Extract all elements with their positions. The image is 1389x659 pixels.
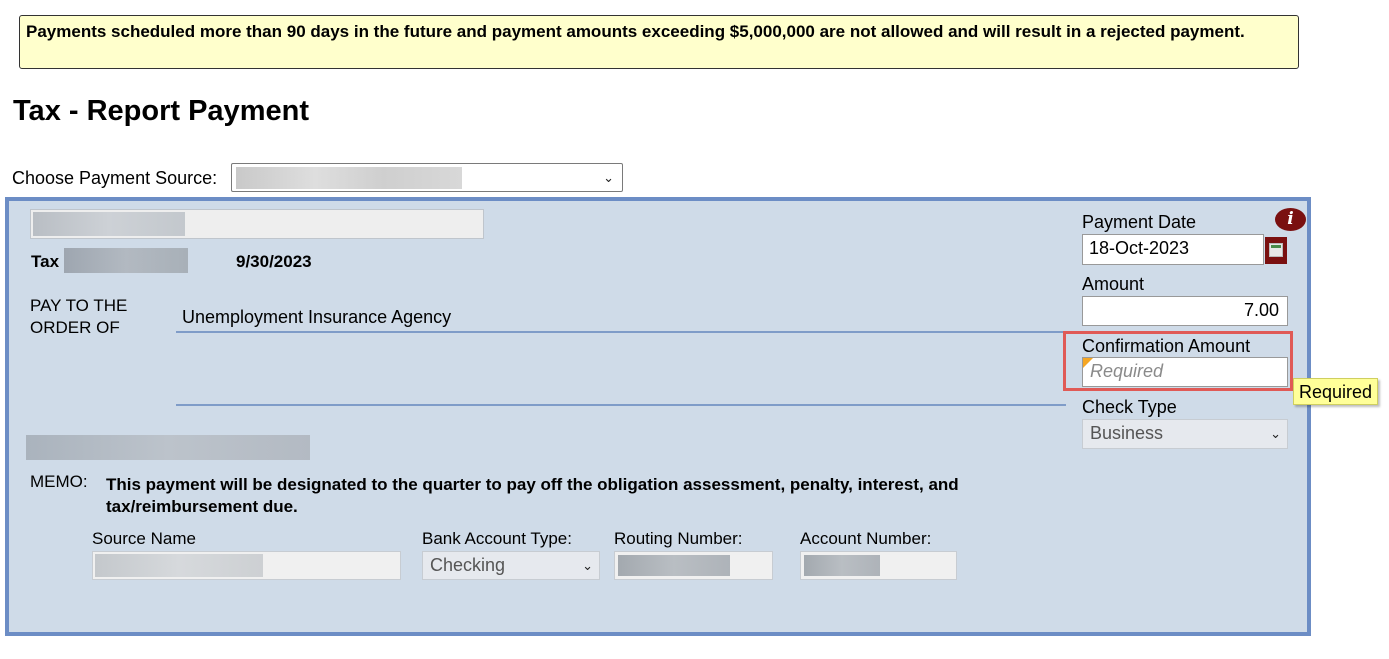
check-type-label: Check Type [1082, 397, 1177, 417]
calendar-button[interactable] [1265, 237, 1287, 264]
calendar-icon [1269, 243, 1283, 257]
payer-name-field [30, 209, 484, 239]
quarter-date: 9/30/2023 [236, 252, 312, 271]
payment-date-input[interactable]: 18-Oct-2023 [1082, 234, 1264, 265]
confirmation-amount-input[interactable]: Required [1082, 357, 1288, 387]
redacted-tax-id [64, 248, 188, 273]
chevron-down-icon: ⌄ [603, 170, 614, 185]
bank-account-type-select[interactable]: Checking ⌄ [422, 551, 600, 580]
payee-line [176, 331, 1070, 333]
pay-to-label: PAY TO THE ORDER OF [30, 296, 128, 337]
bank-account-type-label: Bank Account Type: [422, 529, 572, 548]
address-line [176, 404, 1066, 406]
memo-text: This payment will be designated to the q… [106, 475, 959, 516]
check-type-select[interactable]: Business ⌄ [1082, 419, 1288, 449]
payee-name: Unemployment Insurance Agency [182, 307, 452, 327]
routing-number-field [614, 551, 773, 580]
payment-limit-notice: Payments scheduled more than 90 days in … [19, 15, 1299, 69]
payment-source-select[interactable]: ⌄ [231, 163, 623, 192]
payment-date-label: Payment Date [1082, 212, 1197, 232]
check-panel: Tax 9/30/2023 PAY TO THE ORDER OF Unempl… [5, 197, 1311, 636]
redacted-payer-name [33, 212, 185, 236]
info-icon[interactable]: i [1275, 208, 1306, 231]
confirmation-placeholder: Required [1090, 361, 1164, 381]
chevron-down-icon: ⌄ [1270, 426, 1281, 441]
redacted-source-name [95, 554, 263, 577]
routing-number-label: Routing Number: [614, 529, 743, 548]
payment-source-label: Choose Payment Source: [12, 168, 218, 188]
redacted-source-value [236, 167, 462, 189]
account-number-label: Account Number: [800, 529, 932, 548]
tax-label: Tax [31, 252, 60, 271]
redacted-address [26, 435, 310, 460]
redacted-routing-number [618, 555, 730, 576]
page-root: Payments scheduled more than 90 days in … [0, 0, 1389, 659]
amount-label: Amount [1082, 274, 1145, 294]
source-name-label: Source Name [92, 529, 196, 548]
memo-label: MEMO: [30, 472, 88, 491]
bank-account-type-value: Checking [430, 555, 506, 575]
redacted-account-number [804, 555, 880, 576]
page-title: Tax - Report Payment [13, 95, 309, 127]
confirmation-amount-label: Confirmation Amount [1082, 336, 1251, 356]
source-name-field [92, 551, 401, 580]
chevron-down-icon: ⌄ [582, 558, 593, 573]
required-marker-icon [1083, 358, 1093, 368]
check-type-value: Business [1090, 423, 1164, 443]
required-tooltip: Required [1293, 378, 1379, 405]
amount-input[interactable]: 7.00 [1082, 296, 1288, 326]
account-number-field [800, 551, 957, 580]
